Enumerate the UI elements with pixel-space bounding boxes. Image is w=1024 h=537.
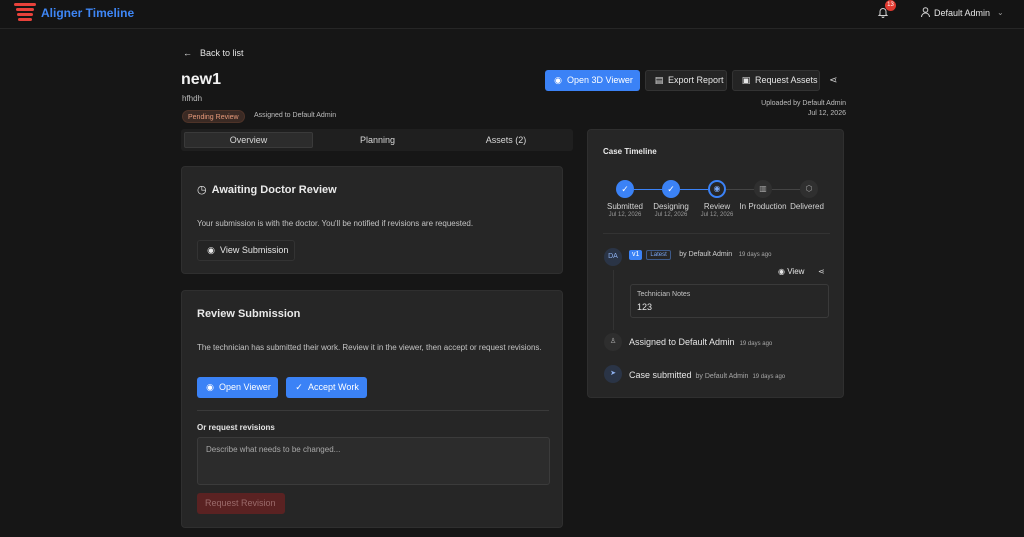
timeline-title: Case Timeline	[603, 147, 657, 156]
request-revision-button[interactable]: Request Revision	[197, 493, 285, 514]
status-badge: Pending Review	[182, 110, 245, 123]
awaiting-review-card: ◷ Awaiting Doctor Review Your submission …	[181, 166, 563, 274]
export-report-button[interactable]: ▤ Export Report	[645, 70, 727, 91]
awaiting-title-row: ◷ Awaiting Doctor Review	[197, 183, 337, 196]
notification-badge: 13	[885, 0, 896, 11]
tab-bar: Overview Planning Assets (2)	[181, 129, 573, 151]
awaiting-message: Your submission is with the doctor. You'…	[197, 219, 474, 228]
step-delivered-box-icon: ⬡	[800, 180, 818, 198]
eye-icon: ◉	[206, 382, 214, 392]
open-viewer-button[interactable]: ◉ Open Viewer	[197, 377, 278, 398]
user-check-icon: ♙	[604, 333, 622, 351]
eye-icon: ◉	[207, 245, 215, 255]
event-assigned: Assigned to Default Admin 19 days ago	[629, 337, 773, 347]
step-label: Designing	[653, 202, 689, 211]
timeline-connector	[680, 189, 708, 190]
revisions-label: Or request revisions	[197, 423, 275, 432]
review-submission-card: Review Submission The technician has sub…	[181, 290, 563, 528]
timeline-connector	[772, 189, 800, 190]
version-by: by Default Admin	[679, 251, 733, 258]
brand-name[interactable]: Aligner Timeline	[41, 6, 134, 20]
case-subtitle: hfhdh	[182, 94, 203, 103]
latest-badge: Latest	[646, 250, 671, 260]
clock-icon: ◷	[197, 184, 207, 196]
view-version-button[interactable]: ◉ View	[778, 267, 804, 276]
step-designing-check-icon: ✓	[662, 180, 680, 198]
step-date: Jul 12, 2026	[700, 212, 734, 218]
assigned-label: Assigned to Default Admin	[254, 112, 337, 119]
chevron-down-icon[interactable]: ⌄	[997, 8, 1004, 17]
step-production-factory-icon: ▥	[754, 180, 772, 198]
case-timeline-card: Case Timeline ✓ ✓ ◉ ▥ ⬡ Submitted Jul 12…	[587, 129, 844, 398]
timeline-rail	[613, 270, 614, 330]
notes-label: Technician Notes	[637, 291, 691, 298]
back-label: Back to list	[200, 48, 244, 58]
step-label: Delivered	[790, 202, 824, 211]
user-icon[interactable]	[920, 6, 931, 18]
back-to-list-link[interactable]: ← Back to list	[183, 48, 244, 58]
share-icon[interactable]: ⋖	[818, 267, 825, 276]
step-submitted-check-icon: ✓	[616, 180, 634, 198]
logo-icon[interactable]	[14, 3, 36, 23]
box-icon: ▣	[741, 75, 751, 85]
version-ago: 19 days ago	[738, 252, 772, 258]
notes-value: 123	[637, 302, 653, 312]
review-title: Review Submission	[197, 308, 301, 320]
step-date: Jul 12, 2026	[654, 212, 688, 218]
uploaded-by: Uploaded by Default Admin	[761, 100, 846, 107]
case-title: new1	[181, 71, 222, 88]
timeline-connector	[634, 189, 662, 190]
tab-planning[interactable]: Planning	[313, 132, 442, 148]
tab-overview[interactable]: Overview	[184, 132, 313, 148]
version-header: v1 Latest by Default Admin 19 days ago	[629, 248, 771, 260]
user-menu-name[interactable]: Default Admin	[934, 8, 990, 18]
divider	[197, 410, 549, 411]
eye-icon: ◉	[778, 267, 785, 276]
timeline-connector	[726, 189, 754, 190]
arrow-left-icon: ←	[183, 48, 192, 58]
review-message: The technician has submitted their work.…	[197, 343, 542, 352]
accept-work-button[interactable]: ✓ Accept Work	[286, 377, 367, 398]
upload-info: Uploaded by Default Admin Jul 12, 2026	[761, 99, 846, 119]
uploaded-date: Jul 12, 2026	[807, 110, 846, 117]
eye-icon: ◉	[554, 75, 562, 85]
document-icon: ▤	[654, 75, 664, 85]
view-submission-button[interactable]: ◉ View Submission	[197, 240, 295, 261]
send-icon: ➤	[604, 365, 622, 383]
event-submitted: Case submitted by Default Admin 19 days ag…	[629, 370, 786, 380]
check-circle-icon: ✓	[295, 382, 303, 392]
version-tag: v1	[629, 250, 643, 260]
open-3d-viewer-button[interactable]: ◉ Open 3D Viewer	[545, 70, 640, 91]
divider	[603, 233, 830, 234]
request-assets-button[interactable]: ▣ Request Assets	[732, 70, 820, 91]
step-review-eye-icon: ◉	[708, 180, 726, 198]
revision-textarea[interactable]: Describe what needs to be changed...	[197, 437, 550, 485]
step-label: Submitted	[606, 202, 644, 211]
awaiting-title: Awaiting Doctor Review	[211, 184, 337, 196]
step-label: Review	[703, 202, 731, 211]
tab-assets[interactable]: Assets (2)	[442, 132, 570, 148]
share-icon[interactable]: ⋖	[829, 75, 837, 86]
avatar: DA	[604, 248, 622, 266]
top-bar: Aligner Timeline 13 Default Admin ⌄	[0, 0, 1024, 29]
step-label: In Production	[739, 202, 787, 211]
technician-notes: Technician Notes 123	[630, 284, 829, 318]
step-date: Jul 12, 2026	[608, 212, 642, 218]
